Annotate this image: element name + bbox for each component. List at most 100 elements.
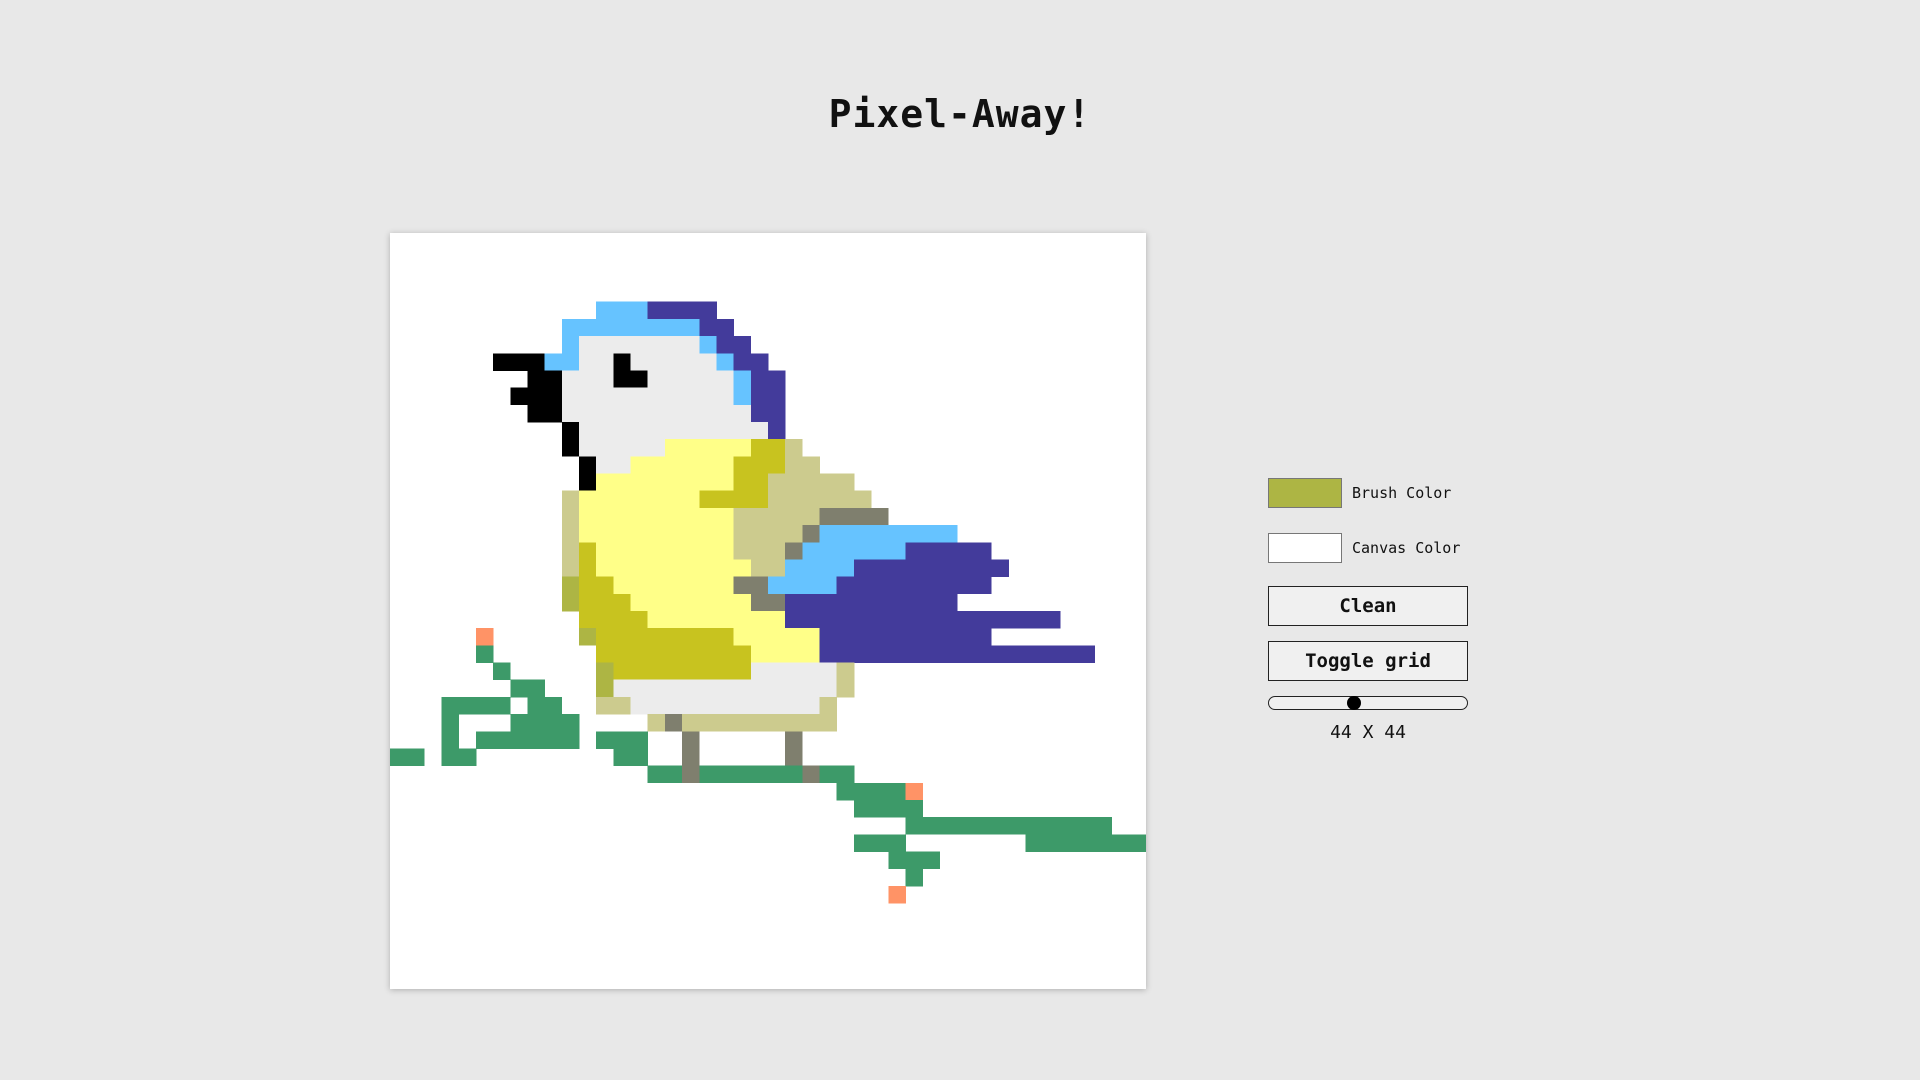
pixel[interactable]: [819, 696, 838, 715]
pixel[interactable]: [596, 576, 614, 595]
pixel[interactable]: [991, 559, 1009, 577]
pixel[interactable]: [1077, 834, 1095, 852]
pixel[interactable]: [785, 507, 803, 526]
pixel[interactable]: [596, 336, 614, 354]
pixel[interactable]: [682, 611, 700, 629]
pixel[interactable]: [596, 318, 614, 337]
pixel[interactable]: [871, 834, 889, 852]
pixel[interactable]: [475, 628, 494, 646]
pixel[interactable]: [750, 714, 769, 732]
pixel[interactable]: [579, 370, 597, 388]
pixel[interactable]: [750, 576, 769, 595]
pixel[interactable]: [699, 611, 717, 629]
pixel[interactable]: [1094, 817, 1112, 835]
pixel[interactable]: [819, 559, 838, 577]
pixel[interactable]: [630, 301, 649, 320]
pixel[interactable]: [613, 456, 631, 474]
pixel[interactable]: [682, 662, 700, 681]
pixel[interactable]: [682, 336, 700, 354]
pixel[interactable]: [613, 507, 631, 526]
pixel[interactable]: [922, 817, 941, 835]
pixel[interactable]: [441, 696, 460, 715]
pixel[interactable]: [716, 645, 734, 663]
pixel[interactable]: [647, 611, 666, 629]
pixel[interactable]: [716, 353, 734, 371]
pixel[interactable]: [596, 525, 614, 543]
pixel[interactable]: [1008, 611, 1027, 629]
pixel[interactable]: [1060, 834, 1078, 852]
pixel[interactable]: [768, 765, 786, 784]
pixel[interactable]: [613, 559, 631, 577]
pixel[interactable]: [802, 611, 820, 629]
slider-thumb[interactable]: [1347, 696, 1362, 710]
pixel[interactable]: [853, 834, 872, 852]
pixel[interactable]: [733, 679, 752, 698]
pixel[interactable]: [802, 525, 820, 543]
pixel[interactable]: [647, 301, 666, 320]
pixel[interactable]: [664, 301, 683, 320]
pixel[interactable]: [630, 525, 649, 543]
pixel[interactable]: [630, 318, 649, 337]
pixel[interactable]: [768, 662, 786, 681]
pixel[interactable]: [613, 542, 631, 560]
pixel[interactable]: [888, 542, 906, 560]
pixel[interactable]: [768, 370, 786, 388]
pixel[interactable]: [1025, 611, 1044, 629]
pixel[interactable]: [647, 370, 666, 388]
pixel[interactable]: [561, 525, 580, 543]
pixel[interactable]: [630, 353, 649, 371]
drawing-canvas[interactable]: [390, 233, 1146, 989]
pixel[interactable]: [699, 679, 717, 698]
pixel[interactable]: [699, 765, 717, 784]
pixel[interactable]: [579, 576, 597, 595]
pixel[interactable]: [699, 628, 717, 646]
pixel[interactable]: [905, 576, 923, 595]
pixel[interactable]: [716, 490, 734, 509]
pixel[interactable]: [647, 628, 666, 646]
pixel[interactable]: [733, 422, 752, 440]
pixel[interactable]: [407, 748, 425, 766]
pixel[interactable]: [1025, 645, 1044, 663]
pixel[interactable]: [1025, 817, 1044, 835]
pixel[interactable]: [750, 422, 769, 440]
pixel[interactable]: [905, 525, 923, 543]
pixel[interactable]: [819, 611, 838, 629]
pixel[interactable]: [596, 422, 614, 440]
pixel[interactable]: [819, 593, 838, 612]
pixel[interactable]: [1060, 645, 1078, 663]
pixel[interactable]: [768, 439, 786, 457]
pixel[interactable]: [561, 490, 580, 509]
pixel[interactable]: [493, 731, 511, 749]
pixel[interactable]: [579, 611, 597, 629]
pixel[interactable]: [630, 662, 649, 681]
pixel[interactable]: [733, 473, 752, 492]
pixel[interactable]: [750, 404, 769, 423]
pixel[interactable]: [441, 714, 460, 732]
pixel[interactable]: [682, 645, 700, 663]
pixel[interactable]: [905, 782, 923, 801]
pixel[interactable]: [682, 714, 700, 732]
pixel[interactable]: [664, 490, 683, 509]
pixel[interactable]: [819, 765, 838, 784]
pixel[interactable]: [647, 696, 666, 715]
pixel[interactable]: [922, 542, 941, 560]
pixel[interactable]: [957, 576, 975, 595]
pixel[interactable]: [733, 525, 752, 543]
pixel[interactable]: [733, 765, 752, 784]
clean-button[interactable]: Clean: [1268, 586, 1468, 626]
pixel[interactable]: [768, 576, 786, 595]
pixel[interactable]: [716, 507, 734, 526]
pixel[interactable]: [922, 525, 941, 543]
pixel[interactable]: [785, 456, 803, 474]
pixel[interactable]: [458, 748, 477, 766]
pixel[interactable]: [630, 559, 649, 577]
pixel[interactable]: [493, 353, 511, 371]
pixel[interactable]: [613, 731, 631, 749]
pixel[interactable]: [596, 439, 614, 457]
pixel[interactable]: [922, 576, 941, 595]
pixel[interactable]: [664, 696, 683, 715]
pixel[interactable]: [888, 525, 906, 543]
pixel[interactable]: [974, 817, 992, 835]
pixel[interactable]: [1077, 645, 1095, 663]
pixel[interactable]: [836, 525, 855, 543]
